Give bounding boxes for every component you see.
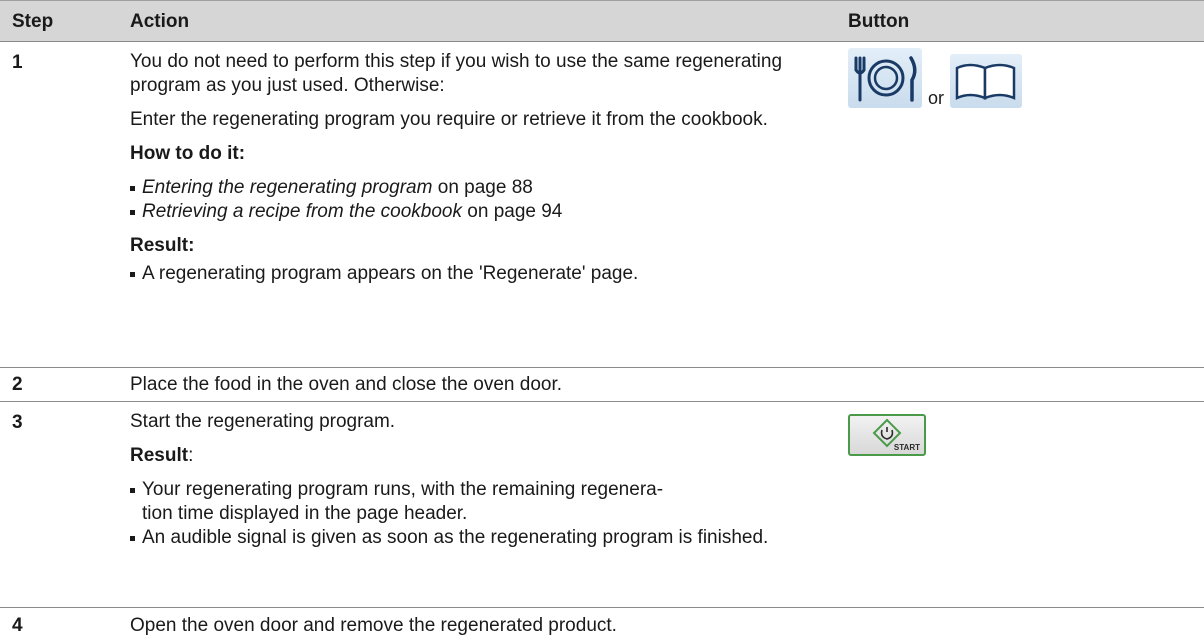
list-item: An audible signal is given as soon as th…	[130, 526, 822, 550]
step-intro: You do not need to perform this step if …	[130, 51, 783, 96]
table-row: 3 Start the regenerating program. Result…	[0, 402, 1204, 608]
table-row: 2 Place the food in the oven and close t…	[0, 368, 1204, 402]
table-row: 1 You do not need to perform this step i…	[0, 42, 1204, 368]
step-action: Place the food in the oven and close the…	[130, 373, 830, 397]
step-enter: Enter the regenerating program you requi…	[130, 109, 768, 130]
step-number: 1	[12, 52, 23, 73]
or-text: or	[928, 88, 945, 108]
result-label-line: Result:	[130, 444, 830, 468]
step-text: Start the regenerating program.	[130, 411, 396, 432]
step-number: 4	[12, 615, 23, 636]
list-item: A regenerating program appears on the 'R…	[130, 262, 830, 286]
header-action: Action	[130, 11, 190, 32]
list-item: Your regenerating program runs, with the…	[130, 478, 682, 526]
result-label: Result	[130, 445, 189, 466]
step-action: You do not need to perform this step if …	[130, 50, 830, 286]
list-item: Retrieving a recipe from the cookbook on…	[130, 200, 830, 224]
step-text: Place the food in the oven and close the…	[130, 374, 563, 395]
step-number: 3	[12, 412, 23, 433]
page-ref: on page 94	[462, 201, 563, 222]
header-button: Button	[848, 11, 910, 32]
table-header: Step Action Button	[0, 0, 1204, 42]
step-action: Open the oven door and remove the regene…	[130, 614, 830, 638]
step-text: Open the oven door and remove the regene…	[130, 615, 617, 636]
result-label: Result:	[130, 235, 195, 256]
header-step: Step	[12, 11, 54, 32]
start-label: START	[893, 443, 920, 452]
table-row: 4 Open the oven door and remove the rege…	[0, 608, 1204, 643]
link-entering-program[interactable]: Entering the regenerating program	[142, 177, 432, 198]
step-number: 2	[12, 374, 23, 395]
list-item: Entering the regenerating program on pag…	[130, 176, 830, 200]
plate-cutlery-icon[interactable]	[848, 48, 922, 108]
step-action: Start the regenerating program. Result: …	[130, 410, 830, 550]
start-button[interactable]: START	[848, 414, 926, 456]
howto-label: How to do it:	[130, 143, 246, 164]
result-colon: :	[188, 445, 194, 466]
page-ref: on page 88	[432, 177, 533, 198]
cookbook-icon[interactable]	[950, 54, 1022, 108]
link-retrieving-recipe[interactable]: Retrieving a recipe from the cookbook	[142, 201, 462, 222]
